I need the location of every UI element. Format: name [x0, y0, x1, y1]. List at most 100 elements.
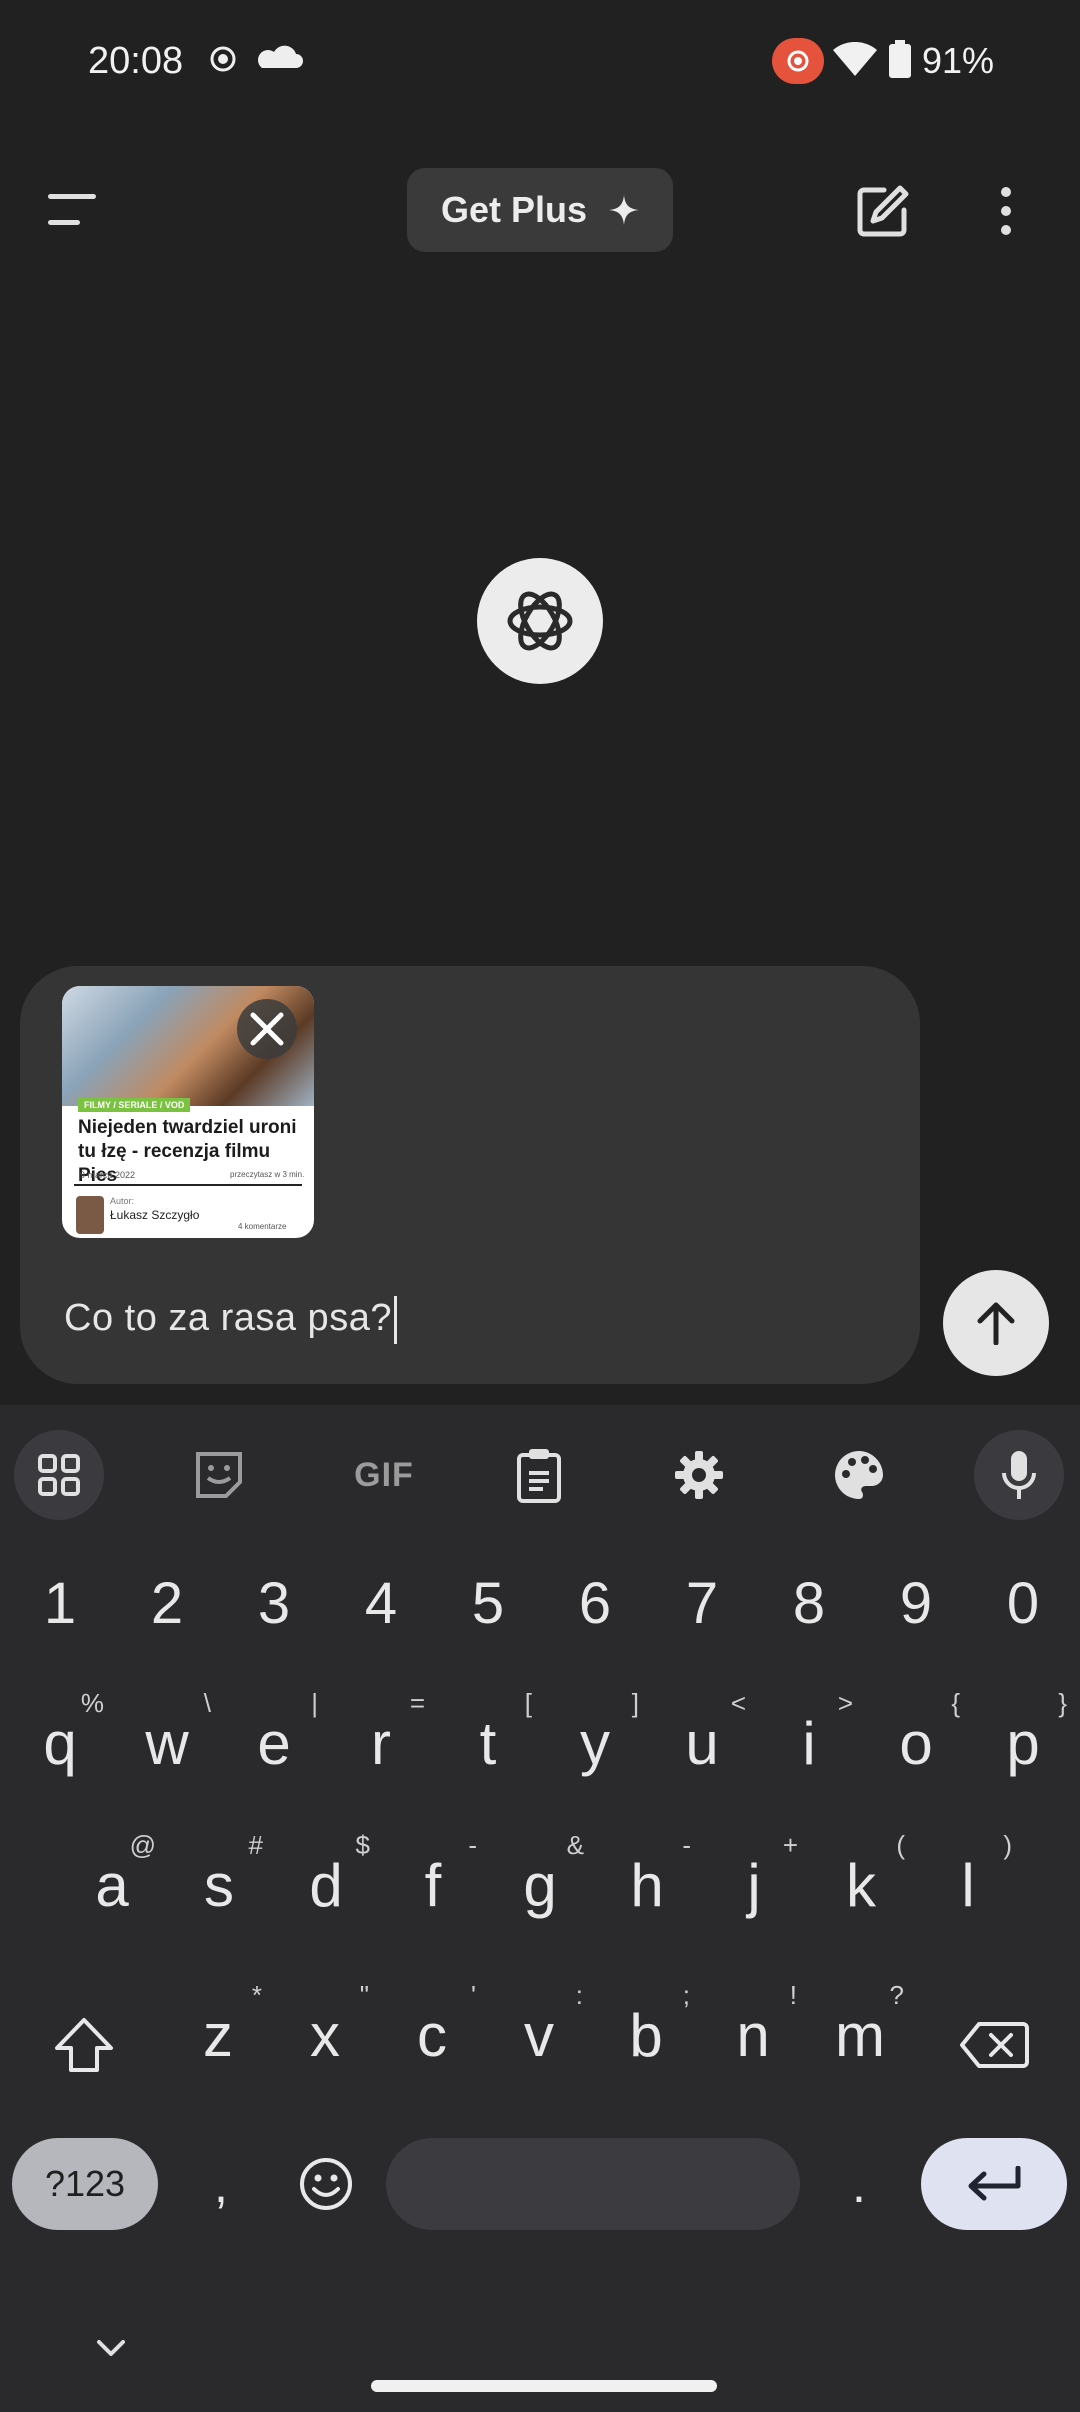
- apps-grid-icon[interactable]: [14, 1430, 104, 1520]
- key-hint: -: [682, 1830, 691, 1860]
- key-s[interactable]: s #: [169, 1830, 269, 1940]
- menu-icon[interactable]: [48, 192, 98, 233]
- key-hint: ?: [889, 1980, 904, 2010]
- attachment-date: 9 marca 2022: [80, 1170, 136, 1180]
- key-o[interactable]: o{: [866, 1688, 966, 1798]
- key-hint: ;: [682, 1980, 690, 2010]
- key-label: z: [203, 2001, 233, 2069]
- key-hint: [: [524, 1688, 532, 1718]
- more-vert-icon[interactable]: [996, 186, 1016, 241]
- key-hint: %: [80, 1688, 104, 1718]
- key-hint: +: [782, 1830, 798, 1860]
- key-label: u: [685, 1709, 719, 1777]
- symbols-key[interactable]: ?123: [12, 2138, 158, 2230]
- gif-label: GIF: [354, 1455, 414, 1494]
- key-label: j: [747, 1851, 761, 1919]
- key-x[interactable]: x ": [275, 1980, 375, 2090]
- key-r[interactable]: r =: [331, 1688, 431, 1798]
- key-c[interactable]: c ': [382, 1980, 482, 2090]
- status-time: 20:08: [88, 40, 184, 82]
- key-label: i: [802, 1709, 816, 1777]
- key-w[interactable]: w \: [117, 1688, 217, 1798]
- key-hint: =: [409, 1688, 425, 1718]
- author-avatar: [76, 1196, 104, 1234]
- key-e[interactable]: e |: [224, 1688, 324, 1798]
- key-hint: :: [575, 1980, 583, 2010]
- key-d[interactable]: d $: [276, 1830, 376, 1940]
- settings-gear-icon[interactable]: [654, 1430, 744, 1520]
- attachment-tag: FILMY / SERIALE / VOD: [78, 1098, 191, 1112]
- emoji-key[interactable]: [290, 2138, 362, 2230]
- key-0[interactable]: 0: [973, 1548, 1073, 1658]
- backspace-icon: [960, 2022, 1029, 2068]
- comma-key[interactable]: ,: [188, 2130, 254, 2240]
- key-3[interactable]: 3: [224, 1548, 324, 1658]
- enter-key[interactable]: [921, 2138, 1067, 2230]
- get-plus-button[interactable]: Get Plus: [407, 168, 673, 252]
- key-label: k: [846, 1851, 876, 1919]
- backspace-key[interactable]: [944, 1990, 1044, 2100]
- key-4[interactable]: 4: [331, 1548, 431, 1658]
- space-key[interactable]: [386, 2138, 800, 2230]
- palette-icon[interactable]: [814, 1430, 904, 1520]
- key-2[interactable]: 2: [117, 1548, 217, 1658]
- enter-icon: [968, 2166, 1021, 2201]
- key-j[interactable]: j +: [704, 1830, 804, 1940]
- key-1[interactable]: 1: [10, 1548, 110, 1658]
- hide-keyboard-chevron-down-icon[interactable]: [96, 2338, 126, 2363]
- key-label: l: [961, 1851, 975, 1919]
- get-plus-label: Get Plus: [440, 189, 588, 230]
- period-key[interactable]: .: [826, 2130, 892, 2240]
- key-5[interactable]: 5: [438, 1548, 538, 1658]
- key-label: 0: [1006, 1570, 1040, 1636]
- key-z[interactable]: z *: [168, 1980, 268, 2090]
- key-y[interactable]: y]: [545, 1688, 645, 1798]
- home-indicator[interactable]: [371, 2380, 717, 2392]
- key-g[interactable]: g &: [490, 1830, 590, 1940]
- key-t[interactable]: t[: [438, 1688, 538, 1798]
- screenshot-icon: [208, 44, 238, 79]
- attachment-read-time: przeczytasz w 3 min.: [230, 1170, 305, 1179]
- shift-key[interactable]: [34, 1990, 134, 2100]
- key-hint: -: [468, 1830, 477, 1860]
- key-b[interactable]: b;: [596, 1980, 696, 2090]
- key-h[interactable]: h-: [597, 1830, 697, 1940]
- mic-icon[interactable]: [974, 1430, 1064, 1520]
- cloud-icon: [258, 44, 304, 79]
- key-m[interactable]: m?: [810, 1980, 910, 2090]
- text-caret: [393, 1296, 397, 1344]
- key-f[interactable]: f-: [383, 1830, 483, 1940]
- attachment-comments: 4 komentarze: [238, 1222, 287, 1231]
- key-6[interactable]: 6: [545, 1548, 645, 1658]
- message-input[interactable]: Co to za rasa psa?: [64, 1296, 397, 1344]
- sticker-icon[interactable]: [174, 1430, 264, 1520]
- clipboard-icon[interactable]: [494, 1430, 584, 1520]
- key-label: a: [95, 1851, 129, 1919]
- key-label: w: [145, 1709, 189, 1777]
- key-i[interactable]: i >: [759, 1688, 859, 1798]
- new-chat-edit-icon[interactable]: [854, 184, 910, 245]
- key-hint: {: [951, 1688, 960, 1718]
- key-v[interactable]: v:: [489, 1980, 589, 2090]
- key-7[interactable]: 7: [652, 1548, 752, 1658]
- key-hint: ): [1003, 1830, 1012, 1860]
- send-button[interactable]: [943, 1270, 1049, 1376]
- key-l[interactable]: l): [918, 1830, 1018, 1940]
- key-a[interactable]: a @: [62, 1830, 162, 1940]
- key-9[interactable]: 9: [866, 1548, 966, 1658]
- key-label: 2: [150, 1570, 184, 1636]
- key-label: x: [310, 2001, 340, 2069]
- key-hint: @: [129, 1830, 156, 1860]
- key-q[interactable]: q%: [10, 1688, 110, 1798]
- key-k[interactable]: k(: [811, 1830, 911, 1940]
- key-n[interactable]: n!: [703, 1980, 803, 2090]
- key-u[interactable]: u <: [652, 1688, 752, 1798]
- gif-button[interactable]: GIF: [334, 1430, 434, 1520]
- key-label: h: [630, 1851, 664, 1919]
- key-p[interactable]: p}: [973, 1688, 1073, 1798]
- key-8[interactable]: 8: [759, 1548, 859, 1658]
- remove-attachment-button[interactable]: [237, 999, 297, 1059]
- key-label: o: [899, 1709, 933, 1777]
- attachment-author-label: Autor:: [110, 1196, 135, 1206]
- key-label: n: [736, 2001, 770, 2069]
